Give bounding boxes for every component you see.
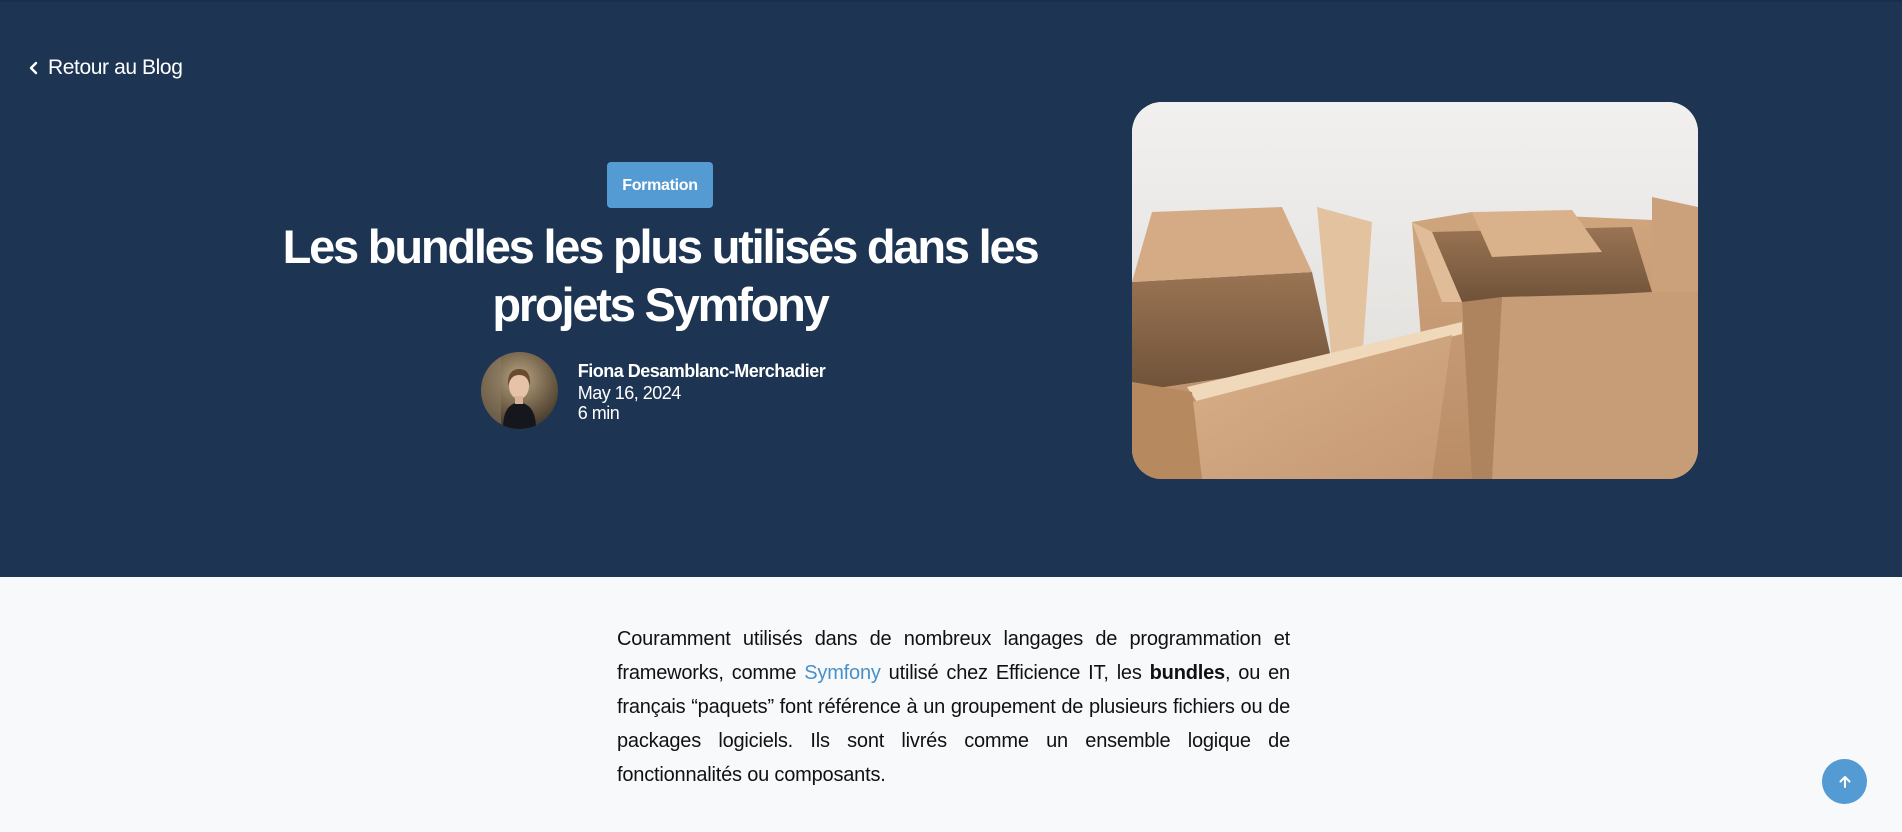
article-hero: Retour au Blog Formation Les bundles les… — [0, 0, 1902, 577]
category-tag[interactable]: Formation — [607, 162, 713, 208]
author-name: Fiona Desamblanc-Merchadier — [577, 360, 826, 381]
arrow-up-icon — [1839, 775, 1850, 788]
author-meta: Fiona Desamblanc-Merchadier May 16, 2024… — [578, 359, 826, 423]
read-time: 6 min — [577, 402, 620, 423]
intro-text-2: utilisé chez Efficience IT, les — [880, 662, 1150, 684]
back-link-label: Retour au Blog — [48, 56, 183, 79]
back-to-blog-link[interactable]: Retour au Blog — [28, 56, 183, 80]
intro-paragraph: Couramment utilisés dans de nombreux lan… — [617, 622, 1290, 792]
article-body: Couramment utilisés dans de nombreux lan… — [617, 622, 1290, 792]
article-header: Formation Les bundles les plus utilisés … — [280, 162, 1040, 429]
author-avatar — [480, 352, 558, 429]
scroll-to-top-button[interactable] — [1822, 759, 1867, 804]
author-info: Fiona Desamblanc-Merchadier May 16, 2024… — [480, 352, 826, 429]
article-title: Les bundles les plus utilisés dans les p… — [282, 220, 1040, 331]
symfony-link[interactable]: Symfony — [804, 662, 881, 684]
chevron-left-icon — [29, 61, 38, 75]
article-cover-image — [1132, 102, 1698, 479]
intro-bold-bundles: bundles — [1149, 662, 1225, 684]
publish-date: May 16, 2024 — [577, 382, 682, 403]
